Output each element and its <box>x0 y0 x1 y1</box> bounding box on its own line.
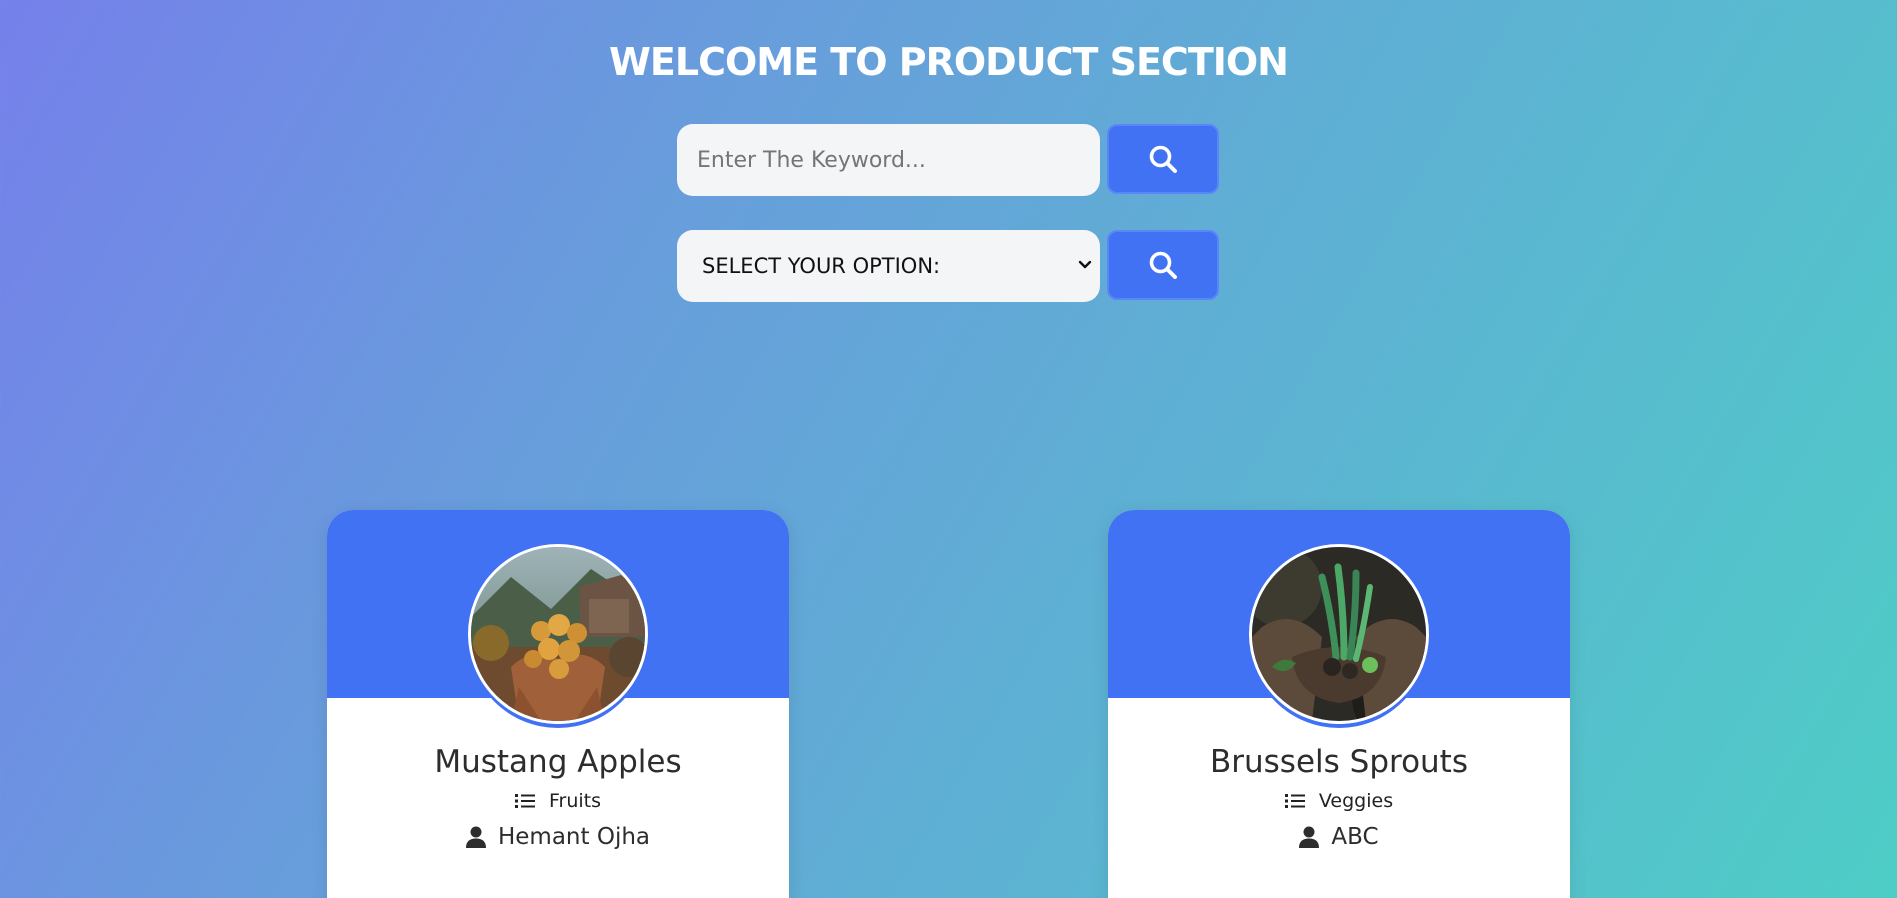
search-icon <box>1149 251 1177 279</box>
search-icon <box>1149 145 1177 173</box>
category-select-value: SELECT YOUR OPTION: <box>702 254 941 278</box>
category-filter-row: SELECT YOUR OPTION: <box>677 230 1219 302</box>
product-owner-label: Hemant Ojha <box>497 824 650 850</box>
list-icon <box>1284 794 1305 808</box>
product-owner-label: ABC <box>1331 824 1379 850</box>
keyword-search-button[interactable] <box>1107 124 1219 194</box>
user-icon <box>1299 826 1320 848</box>
product-image <box>1249 544 1429 724</box>
product-category-label: Veggies <box>1318 790 1394 812</box>
product-category: Fruits <box>327 790 789 812</box>
page-title: WELCOME TO PRODUCT SECTION <box>609 40 1289 84</box>
product-card[interactable]: Brussels Sprouts Veggies ABC <box>1108 510 1570 898</box>
product-name: Brussels Sprouts <box>1210 744 1468 780</box>
product-owner: Hemant Ojha <box>327 824 789 850</box>
product-name: Mustang Apples <box>434 744 682 780</box>
product-category-label: Fruits <box>548 790 602 812</box>
user-icon <box>465 826 486 848</box>
keyword-search-row <box>677 124 1219 196</box>
keyword-search-input[interactable] <box>677 124 1100 196</box>
category-search-button[interactable] <box>1107 230 1219 300</box>
list-icon <box>514 794 535 808</box>
product-category: Veggies <box>1108 790 1570 812</box>
product-card[interactable]: Mustang Apples Fruits Hemant Ojha <box>327 510 789 898</box>
product-owner: ABC <box>1108 824 1570 850</box>
chevron-down-icon <box>1078 260 1092 269</box>
category-select[interactable]: SELECT YOUR OPTION: <box>677 230 1100 302</box>
product-image <box>468 544 648 724</box>
